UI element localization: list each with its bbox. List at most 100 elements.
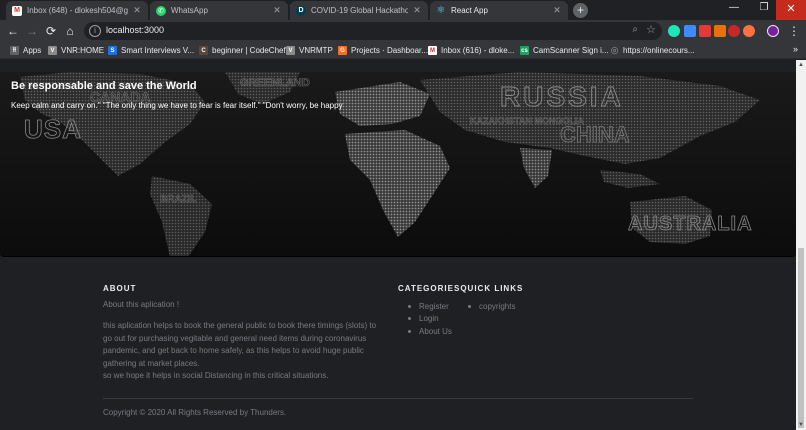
link-label: About Us [419,326,452,336]
camscanner-icon: cs [520,46,529,55]
extension-red-icon[interactable] [699,25,711,37]
bookmark-star-icon[interactable]: ☆ [646,23,656,36]
svg-text:RUSSIA: RUSSIA [500,81,624,112]
bookmark-projects-dashboard[interactable]: G Projects · Dashboar... [338,44,428,57]
hero-quote: Keep calm and carry on." "The only thing… [11,101,343,110]
tab-label: COVID-19 Global Hackathon 1.0 [311,6,408,15]
extension-orange-icon[interactable] [714,25,726,37]
forward-button[interactable]: → [24,23,40,39]
apps-grid-icon: ⠿ [10,46,19,55]
minimize-button[interactable]: — [726,2,742,13]
bookmark-label: VNRMTP [299,46,333,55]
link-label: copyrights [479,301,516,311]
about-description: this aplication helps to book the genera… [103,320,393,383]
link-register[interactable]: Register [408,300,452,313]
menu-kebab-icon[interactable]: ⋮ [786,23,802,39]
home-button[interactable]: ⌂ [62,23,78,39]
hero-banner: USA CANADA GREENLAND RUSSIA CHINA KAZAKH… [0,72,796,257]
svg-text:KAZAKHSTAN MONGOLIA: KAZAKHSTAN MONGOLIA [470,116,584,126]
bookmark-vnrmtp[interactable]: V VNRMTP [286,44,333,57]
extension-blue-icon[interactable] [684,25,696,37]
bookmark-vnr-home[interactable]: V VNR:HOME [48,44,104,57]
about-subtitle: About this aplication ! [103,300,180,309]
close-icon[interactable]: ✕ [132,5,142,16]
footer-divider [103,398,693,399]
scroll-down-icon[interactable]: ▼ [798,422,804,428]
about-line: so we hope it helps in social Distancing… [103,371,329,381]
categories-list: Register Login About Us [408,300,452,338]
reload-button[interactable]: ⟳ [43,23,59,39]
back-button[interactable]: ← [5,23,21,39]
close-icon[interactable]: ✕ [412,5,422,16]
tab-gmail[interactable]: M Inbox (648) - dlokesh504@gmail.com ✕ [6,1,148,20]
bookmark-label: beginner | CodeChef [212,46,286,55]
tab-label: WhatsApp [171,6,208,15]
hero-title: Be responsable and save the World [11,80,197,92]
categories-heading: CATEGORIESQUICK LINKS [398,284,523,293]
gitlab-icon: G [338,46,347,55]
extension-red-circle-icon[interactable] [728,25,740,37]
bookmarks-overflow-icon[interactable]: » [793,44,798,54]
extension-orange-circle-icon[interactable] [743,25,755,37]
codechef-icon: C [199,46,208,55]
tab-whatsapp[interactable]: ✆ WhatsApp ✕ [150,1,288,20]
bookmark-smart-interviews[interactable]: S Smart Interviews V... [108,44,194,57]
link-copyrights[interactable]: copyrights [468,300,515,313]
new-tab-button[interactable]: + [573,3,588,18]
tab-react-app[interactable]: ⚛ React App ✕ [430,1,568,20]
bullet-icon [408,304,411,308]
bullet-icon [408,317,411,321]
tab-covid-hackathon[interactable]: D COVID-19 Global Hackathon 1.0 ✕ [290,1,428,20]
about-line: go out for purchasing vegitable and gene… [103,333,367,343]
window-close-button[interactable]: ✕ [776,0,806,20]
bookmark-label: Apps [23,46,42,55]
address-url: localhost:3000 [106,25,165,35]
site-info-icon[interactable]: i [89,25,101,37]
tab-label: React App [451,6,488,15]
bookmark-camscanner[interactable]: cs CamScanner Sign i... [520,44,609,57]
maximize-button[interactable]: ❐ [756,2,772,13]
bookmark-label: Projects · Dashboar... [351,46,428,55]
vnr-icon: V [48,46,57,55]
copyright-text: Copyright © 2020 All Rights Reserved by … [103,408,287,417]
whatsapp-icon: ✆ [156,5,166,16]
page-content: USA CANADA GREENLAND RUSSIA CHINA KAZAKH… [0,60,796,430]
categories-heading-text: CATEGORIES [398,284,461,293]
bookmark-codechef[interactable]: C beginner | CodeChef [199,44,286,57]
address-bar[interactable]: i localhost:3000 ⌕ ☆ [84,22,662,40]
link-login[interactable]: Login [408,313,452,326]
bullet-icon [468,304,471,308]
bookmark-apps[interactable]: ⠿ Apps [10,44,41,57]
quick-links-list: copyrights [468,300,515,313]
link-label: Register [419,301,449,311]
bookmark-label: https://onlinecours... [623,46,695,55]
scroll-up-icon[interactable]: ▲ [798,62,804,68]
about-line: gathering at market places. [103,358,200,368]
browser-toolbar: ← → ⟳ ⌂ i localhost:3000 ⌕ ☆ ⋮ [0,20,806,42]
bookmark-label: VNR:HOME [61,46,105,55]
about-line: pandemic, and get back to home safely, a… [103,346,364,356]
page-scrollbar[interactable]: ▲ ▼ [796,60,806,430]
bookmark-label: Smart Interviews V... [121,46,195,55]
gmail-icon: M [12,5,22,16]
scrollbar-thumb[interactable] [798,248,804,428]
profile-avatar[interactable] [767,25,779,37]
bullet-icon [408,329,411,333]
globe-icon: ◎ [610,45,619,55]
react-icon: ⚛ [436,5,446,16]
close-icon[interactable]: ✕ [272,5,282,16]
usa-map-label: USA [24,114,82,144]
link-about-us[interactable]: About Us [408,325,452,338]
devpost-icon: D [296,5,306,16]
svg-text:AUSTRALIA: AUSTRALIA [628,213,753,235]
smart-interviews-icon: S [108,46,117,55]
svg-text:GREENLAND: GREENLAND [240,77,310,89]
search-icon[interactable]: ⌕ [632,24,638,35]
close-icon[interactable]: ✕ [552,5,562,16]
bookmark-onlinecourses[interactable]: ◎ https://onlinecours... [610,44,695,57]
link-label: Login [419,314,439,324]
vnrmtp-icon: V [286,46,295,55]
extension-teal-icon[interactable] [668,25,680,37]
bookmark-inbox[interactable]: M Inbox (616) - dloke... [428,44,514,57]
svg-text:BRAZIL: BRAZIL [160,194,197,205]
